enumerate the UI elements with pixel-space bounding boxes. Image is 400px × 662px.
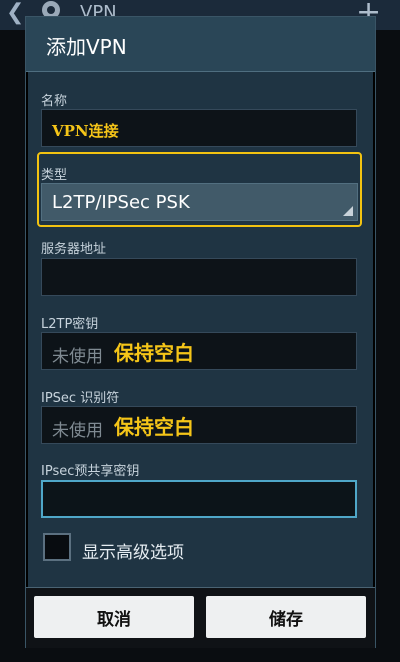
type-dropdown[interactable]: L2TP/IPSec PSK <box>41 183 358 221</box>
dropdown-arrow-icon <box>343 206 353 216</box>
name-input[interactable]: VPN连接 <box>41 109 357 147</box>
ipsec-psk-label: IPsec预共享密钥 <box>41 464 140 479</box>
name-label: 名称 <box>41 94 68 109</box>
l2tp-secret-placeholder: 未使用 <box>52 347 103 367</box>
ipsec-id-input[interactable]: 未使用 保持空白 <box>41 406 357 444</box>
l2tp-secret-input[interactable]: 未使用 保持空白 <box>41 332 357 370</box>
advanced-options-label[interactable]: 显示高级选项 <box>82 538 184 563</box>
server-input[interactable] <box>41 258 357 296</box>
dialog-header: 添加VPN <box>26 17 375 72</box>
server-label: 服务器地址 <box>41 242 107 257</box>
ipsec-id-label: IPSec 识别符 <box>41 391 120 406</box>
add-vpn-dialog: 添加VPN 名称 VPN连接 类型 L2TP/IPSec PSK 服务器地址 L… <box>25 16 376 648</box>
dialog-button-bar: 取消 储存 <box>26 587 375 648</box>
chevron-left-icon[interactable]: ❮ <box>6 2 24 24</box>
type-label: 类型 <box>41 168 68 183</box>
l2tp-secret-annotation: 保持空白 <box>114 341 194 365</box>
save-button[interactable]: 储存 <box>206 596 366 638</box>
name-input-value: VPN连接 <box>52 122 119 140</box>
l2tp-secret-label: L2TP密钥 <box>41 317 99 332</box>
ipsec-psk-input[interactable] <box>41 480 357 518</box>
dialog-title: 添加VPN <box>46 35 127 59</box>
cancel-button[interactable]: 取消 <box>34 596 194 638</box>
advanced-options-checkbox[interactable] <box>43 533 71 561</box>
ipsec-id-placeholder: 未使用 <box>52 421 103 441</box>
type-dropdown-value: L2TP/IPSec PSK <box>52 192 190 213</box>
ipsec-id-annotation: 保持空白 <box>114 415 194 439</box>
